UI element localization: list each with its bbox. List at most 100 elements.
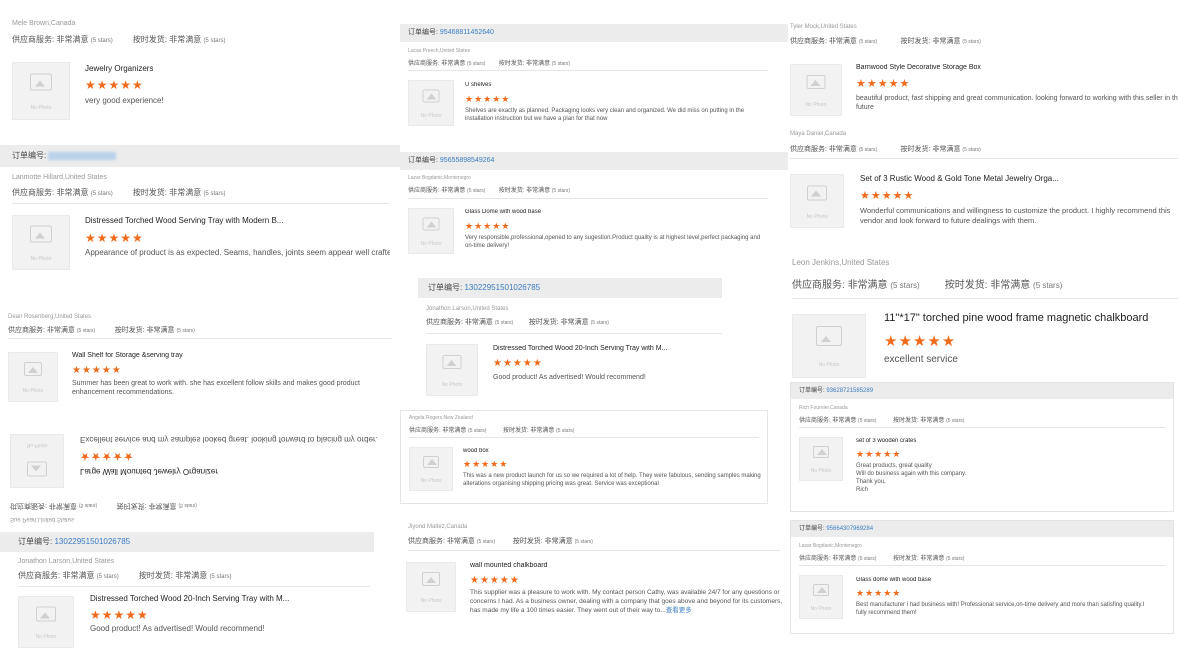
- buyer-name: Leon Jenkins,United States: [792, 258, 890, 267]
- product-thumbnail[interactable]: No Photo: [792, 314, 866, 378]
- order-header: 订单编号: 95655898549264: [400, 152, 788, 170]
- read-more-link[interactable]: 查看更多: [666, 607, 692, 614]
- order-number-link[interactable]: 95655898549264: [440, 157, 495, 164]
- buyer-name: Mele Brown,Canada: [12, 20, 76, 27]
- service-ratings: 供应商服务: 非常满意 (5 stars) 按时发货: 非常满意 (5 star…: [799, 418, 965, 424]
- buyer-name: Lanmotte Hillard,United States: [12, 174, 107, 181]
- product-thumbnail[interactable]: No Photo: [799, 437, 843, 481]
- order-number-link[interactable]: 13022951501026785: [464, 283, 540, 292]
- review-text: Appearance of product is as expected. Se…: [85, 248, 390, 257]
- product-title[interactable]: wood box: [463, 448, 489, 454]
- product-thumbnail[interactable]: No Photo: [12, 62, 70, 120]
- product-title[interactable]: Barnwood Style Decorative Storage Box: [856, 64, 981, 71]
- buyer-name: Jiyond Maltez,Canada: [408, 524, 468, 530]
- product-title[interactable]: wall mounted chalkboard: [470, 562, 547, 569]
- order-number-link[interactable]: 95664307969284: [826, 526, 873, 532]
- divider: [408, 198, 768, 199]
- divider: [790, 158, 1178, 159]
- review-card: 订单编号: 95664307969284 Lazar Bogdanic,Mont…: [790, 520, 1174, 634]
- service-ratings: 供应商服务: 非常满意 (5 stars) 按时发货: 非常满意 (5 star…: [792, 280, 1063, 291]
- service-ratings: 供应商服务: 非常满意 (5 stars) 按时发货: 非常满意 (5 star…: [790, 38, 981, 45]
- review-card: 订单编号: 93628721585289 Rich Fournier,Canad…: [790, 382, 1174, 512]
- review-card: Maya Daniel,Canada 供应商服务: 非常满意 (5 stars)…: [788, 128, 1178, 240]
- product-thumbnail[interactable]: No Photo: [409, 447, 453, 491]
- product-thumbnail[interactable]: No Photo: [12, 215, 70, 270]
- order-number-link[interactable]: 13022951501026785: [54, 537, 130, 546]
- service-ratings: 供应商服务: 非常满意 (5 stars) 按时发货: 非常满意 (5 star…: [12, 35, 226, 44]
- product-thumbnail[interactable]: No Photo: [10, 434, 64, 488]
- star-rating: ★★★★★: [493, 358, 543, 369]
- service-ratings: 供应商服务: 非常满意 (5 stars) 按时发货: 非常满意 (5 star…: [426, 319, 609, 326]
- image-placeholder-icon: [423, 456, 439, 469]
- review-text: Shelves are exactly as planned. Packagin…: [465, 108, 745, 123]
- buyer-name: Jonathon Larson,United States: [426, 306, 509, 312]
- product-thumbnail[interactable]: No Photo: [406, 562, 456, 612]
- review-text: excellent service: [884, 354, 958, 365]
- product-title[interactable]: Set of 3 Rustic Wood & Gold Tone Metal J…: [860, 174, 1059, 183]
- review-text: Wonderful communications and willingness…: [860, 206, 1171, 226]
- product-title[interactable]: Large Wall Mounted Jewelry Organizer: [80, 467, 218, 476]
- product-title[interactable]: Glass dome with wood base: [856, 577, 931, 583]
- service-ratings: 供应商服务: 非常满意 (5 stars) 按时发货: 非常满意 (5 star…: [790, 146, 981, 153]
- product-thumbnail[interactable]: No Photo: [8, 352, 58, 402]
- divider: [18, 586, 370, 587]
- review-card: Dean Rosenberg,United States 供应商服务: 非常满意…: [0, 310, 400, 420]
- star-rating: ★★★★★: [90, 608, 149, 622]
- review-text: Very responsible,professional,opened to …: [465, 235, 761, 250]
- review-text: This was a new product launch for us so …: [463, 473, 761, 488]
- product-thumbnail[interactable]: No Photo: [790, 64, 842, 116]
- review-text: very good experience!: [85, 96, 164, 105]
- image-placeholder-icon: [27, 461, 47, 477]
- star-rating: ★★★★★: [856, 588, 902, 598]
- order-header: 订单编号: 95468811452640: [400, 24, 788, 42]
- product-title[interactable]: Distressed Torched Wood 20-Inch Serving …: [90, 594, 289, 603]
- product-title[interactable]: Distressed Torched Wood 20-Inch Serving …: [493, 345, 667, 352]
- star-rating: ★★★★★: [856, 449, 902, 459]
- star-rating: ★★★★★: [72, 365, 122, 376]
- order-header: 订单编号: 13022951501026785: [418, 278, 722, 298]
- service-ratings: 供应商服务: 非常满意 (5 stars) 按时发货: 非常满意 (5 star…: [409, 428, 575, 434]
- image-placeholder-icon: [813, 446, 829, 459]
- product-title[interactable]: Glass Dome with wood base: [465, 209, 541, 215]
- star-rating: ★★★★★: [470, 575, 520, 586]
- divider: [408, 70, 768, 71]
- product-thumbnail[interactable]: No Photo: [408, 80, 454, 126]
- product-title[interactable]: 11"*17" torched pine wood frame magnetic…: [884, 312, 1148, 324]
- service-ratings: 供应商服务: 非常满意 (5 stars) 按时发货: 非常满意 (5 star…: [799, 556, 965, 562]
- product-title[interactable]: U shelves: [465, 82, 491, 88]
- product-thumbnail[interactable]: No Photo: [408, 208, 454, 254]
- product-title[interactable]: set of 3 wooden crates: [856, 438, 916, 444]
- review-text: Best manufacturer i had business with! P…: [856, 602, 1145, 617]
- review-card: 订单编号: 13022951501026785 Jonathon Larson,…: [0, 530, 380, 660]
- star-rating: ★★★★★: [465, 221, 511, 231]
- star-rating: ★★★★★: [85, 78, 144, 92]
- review-card: Leon Jenkins,United States 供应商服务: 非常满意 (…: [788, 254, 1178, 380]
- product-title[interactable]: Distressed Torched Wood Serving Tray wit…: [85, 216, 283, 225]
- service-ratings: 供应商服务: 非常满意 (5 stars) 按时发货: 非常满意 (5 star…: [408, 538, 593, 545]
- divider: [426, 333, 722, 334]
- review-card: 订单编号: 13022951501026785 Jonathon Larson,…: [418, 278, 722, 400]
- star-rating: ★★★★★: [860, 190, 915, 202]
- service-ratings: 供应商服务: 非常满意 (5 stars) 按时发货: 非常满意 (5 star…: [408, 188, 571, 194]
- star-rating: ★★★★★: [465, 94, 511, 104]
- image-placeholder-icon: [30, 225, 52, 243]
- review-text: Good product! As advertised! Would recom…: [90, 624, 265, 633]
- product-title[interactable]: Jewelry Organizers: [85, 64, 153, 73]
- order-number-link[interactable]: 95468811452640: [440, 29, 494, 36]
- product-thumbnail[interactable]: No Photo: [799, 575, 843, 619]
- buyer-name: Jonathon Larson,United States: [18, 558, 115, 565]
- buyer-name: Maya Daniel,Canada: [790, 131, 847, 137]
- product-thumbnail[interactable]: No Photo: [790, 174, 844, 228]
- review-card: 订单编号: 95655898549264 Lazar Bogdanic,Mont…: [400, 150, 788, 262]
- review-card-mirrored: Sue Pearl,United States 供应商服务: 非常满意 (5 s…: [0, 426, 400, 526]
- review-text: Excellent service and my samples looked …: [80, 435, 378, 444]
- review-card: Jiyond Maltez,Canada 供应商服务: 非常满意 (5 star…: [400, 520, 790, 638]
- product-title[interactable]: Wall Shelf for Storage &serving tray: [72, 352, 183, 359]
- product-thumbnail[interactable]: No Photo: [18, 596, 74, 648]
- review-card: Tyler Mock,United States 供应商服务: 非常满意 (5 …: [788, 20, 1178, 120]
- buyer-name: Angela Rogers,New Zealand: [409, 415, 473, 421]
- review-text: Great products, great quality Will do bu…: [856, 463, 967, 494]
- order-number-link[interactable]: 93628721585289: [826, 388, 873, 394]
- image-placeholder-icon: [807, 185, 827, 201]
- product-thumbnail[interactable]: No Photo: [426, 344, 478, 396]
